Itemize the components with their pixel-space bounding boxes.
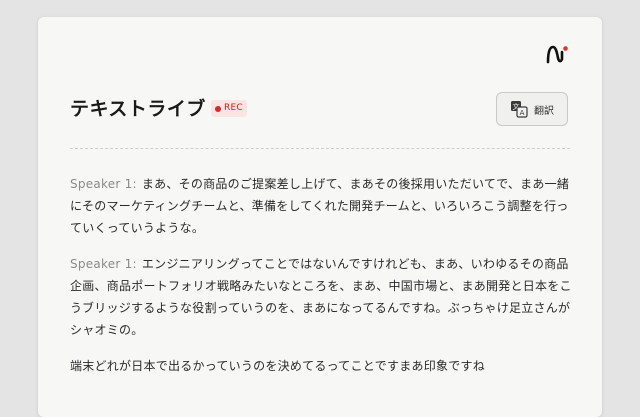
translate-button-label: 翻訳 bbox=[534, 105, 554, 117]
speaker-label: Speaker 1: bbox=[70, 257, 137, 271]
transcript-text: 端末どれが日本で出るかっていうのを決めてるってことですまあ印象ですね bbox=[70, 359, 485, 373]
translate-icon: 文 A bbox=[511, 101, 528, 118]
transcript-body: Speaker 1: まあ、その商品のご提案差し上げて、まあその後採用いただいてで… bbox=[70, 173, 572, 391]
recording-dot-icon bbox=[215, 105, 221, 112]
translate-button[interactable]: 文 A 翻訳 bbox=[496, 92, 568, 126]
svg-text:A: A bbox=[520, 109, 525, 117]
transcript-paragraph: Speaker 1: まあ、その商品のご提案差し上げて、まあその後採用いただいてで… bbox=[70, 173, 572, 239]
page-title: テキストライブ bbox=[70, 98, 206, 120]
transcript-paragraph: 端末どれが日本で出るかっていうのを決めてるってことですまあ印象ですね bbox=[70, 355, 572, 377]
transcript-text: まあ、その商品のご提案差し上げて、まあその後採用いただいてで、まあ一緒にそのマー… bbox=[70, 177, 570, 235]
header-divider bbox=[70, 148, 570, 149]
page-header: テキストライブ REC bbox=[70, 95, 570, 125]
rec-status-badge: REC bbox=[211, 100, 247, 117]
transcript-text: エンジニアリングってことではないんですけれども、まあ、いわゆるその商品企画、商品… bbox=[70, 257, 572, 337]
transcript-card: テキストライブ REC 文 A 翻訳 Speaker 1: まあ、その商品のご提案… bbox=[38, 17, 602, 417]
transcript-paragraph: Speaker 1: エンジニアリングってことではないんですけれども、まあ、いわゆ… bbox=[70, 253, 572, 341]
speaker-label: Speaker 1: bbox=[70, 177, 137, 191]
rec-label: REC bbox=[224, 103, 243, 113]
brand-logo-icon bbox=[546, 45, 568, 64]
